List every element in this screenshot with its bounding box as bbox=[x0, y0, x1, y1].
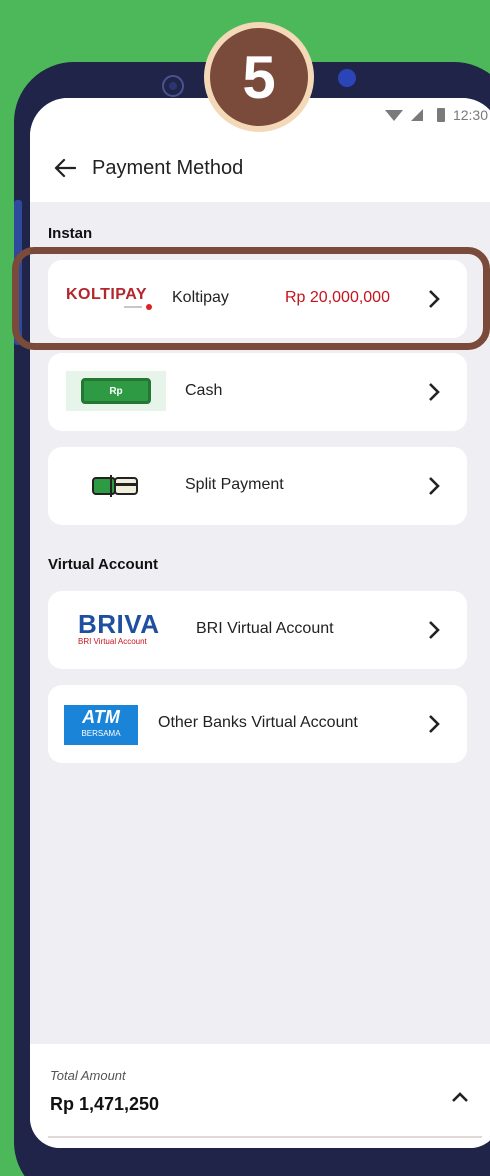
payment-method-atm-bersama[interactable]: ATM BERSAMA Other Banks Virtual Account bbox=[48, 685, 467, 763]
signal-icon bbox=[410, 109, 423, 121]
cash-label: Cash bbox=[185, 382, 223, 399]
wifi-icon bbox=[384, 109, 403, 121]
chevron-right-icon bbox=[429, 621, 440, 639]
battery-icon bbox=[436, 108, 445, 122]
briva-label: BRI Virtual Account bbox=[196, 620, 334, 637]
payment-method-briva[interactable]: BRIVA BRI Virtual Account BRI Virtual Ac… bbox=[48, 591, 467, 669]
section-instant-title: Instan bbox=[48, 225, 93, 242]
section-virtual-account-title: Virtual Account bbox=[48, 556, 159, 573]
divider bbox=[48, 1136, 482, 1138]
briva-logo: BRIVA BRI Virtual Account bbox=[78, 609, 160, 646]
koltipay-highlight-frame bbox=[12, 247, 490, 350]
atm-bersama-label: Other Banks Virtual Account bbox=[158, 714, 358, 731]
app-bar: Payment Method bbox=[30, 134, 490, 202]
total-amount-value: Rp 1,471,250 bbox=[50, 1094, 160, 1114]
payment-method-split[interactable]: Split Payment bbox=[48, 447, 467, 525]
total-amount-bar[interactable]: Total Amount Rp 1,471,250 bbox=[30, 1044, 490, 1148]
cash-icon: Rp bbox=[66, 371, 166, 411]
total-amount-label: Total Amount bbox=[50, 1068, 126, 1083]
split-payment-icon bbox=[92, 475, 140, 497]
payment-method-cash[interactable]: Rp Cash bbox=[48, 353, 467, 431]
atm-bersama-logo: ATM BERSAMA bbox=[64, 705, 138, 745]
back-arrow-icon[interactable] bbox=[52, 155, 78, 181]
step-badge: 5 bbox=[204, 22, 314, 132]
front-camera bbox=[162, 75, 184, 97]
split-payment-label: Split Payment bbox=[185, 476, 284, 493]
proximity-sensor bbox=[338, 69, 356, 87]
chevron-up-icon[interactable] bbox=[450, 1090, 470, 1104]
chevron-right-icon bbox=[429, 383, 440, 401]
chevron-right-icon bbox=[429, 715, 440, 733]
chevron-right-icon bbox=[429, 477, 440, 495]
status-time: 12:30 bbox=[452, 107, 488, 123]
page-title: Payment Method bbox=[92, 156, 244, 179]
